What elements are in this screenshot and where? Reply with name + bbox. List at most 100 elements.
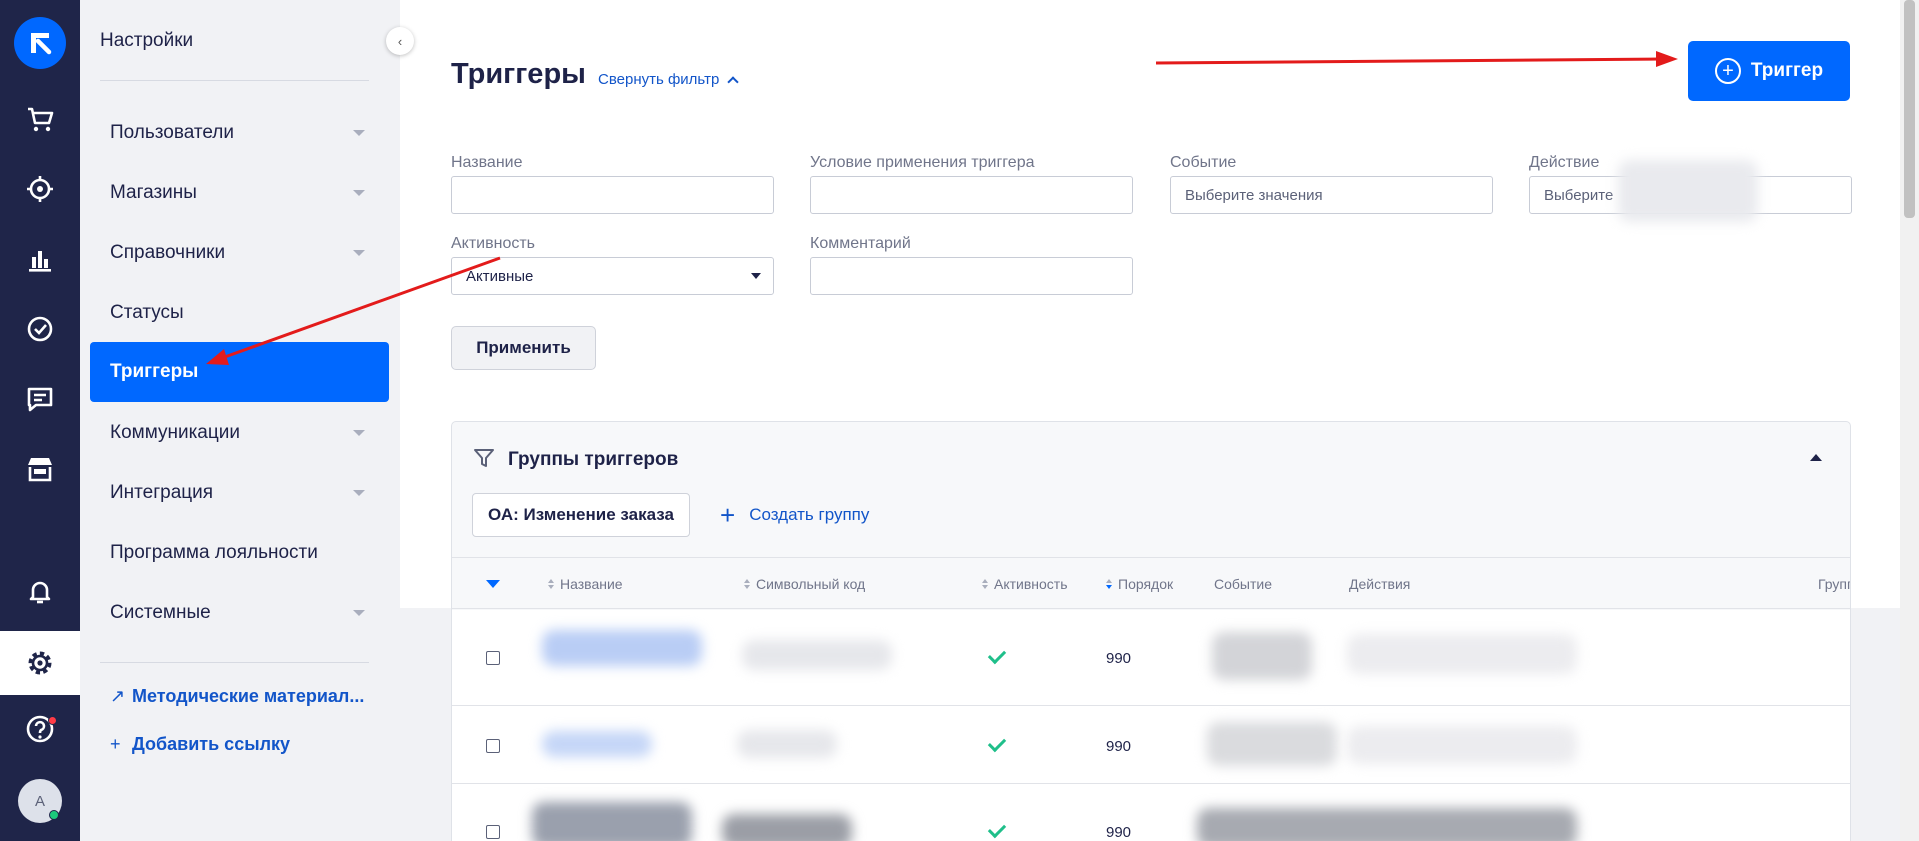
column-label: Название <box>560 576 623 592</box>
table-row[interactable]: 990 <box>452 784 1850 841</box>
column-header-code[interactable]: Символьный код <box>744 558 865 610</box>
activity-label: Активность <box>451 235 536 252</box>
sidebar-item-label: Программа лояльности <box>110 542 318 563</box>
collapse-card-icon[interactable] <box>1810 454 1822 461</box>
sidebar-item-integration[interactable]: Интеграция <box>90 463 389 523</box>
check-circle-icon[interactable] <box>0 301 80 357</box>
avatar-initial: A <box>34 792 45 810</box>
blurred-code <box>742 640 892 670</box>
groups-title: Группы триггеров <box>508 449 679 470</box>
column-header-order[interactable]: Порядок <box>1106 558 1173 610</box>
target-icon[interactable] <box>0 161 80 217</box>
column-label: Событие <box>1214 576 1272 592</box>
column-header-activity[interactable]: Активность <box>982 558 1068 610</box>
sidebar-item-system[interactable]: Системные <box>90 583 389 643</box>
activity-select[interactable]: Активные <box>451 257 774 295</box>
blurred-code <box>737 730 837 758</box>
blurred-event <box>1212 632 1312 680</box>
online-status-dot <box>49 810 59 820</box>
row-checkbox[interactable] <box>486 739 500 753</box>
help-icon[interactable] <box>0 701 80 757</box>
apply-button[interactable]: Применить <box>451 326 596 370</box>
event-placeholder: Выберите значения <box>1185 186 1323 204</box>
sidebar-item-label: Интеграция <box>110 482 214 503</box>
sidebar-item-shops[interactable]: Магазины <box>90 163 389 223</box>
column-label: Действия <box>1349 576 1411 592</box>
row-order: 990 <box>1106 738 1132 755</box>
table-row[interactable]: 990 <box>452 610 1850 706</box>
table-header: Название Символьный код Активность Поряд… <box>452 557 1851 610</box>
add-trigger-label: Триггер <box>1750 60 1824 81</box>
name-input[interactable] <box>451 176 774 214</box>
sidebar-item-loyalty[interactable]: Программа лояльности <box>90 523 389 583</box>
activity-value: Активные <box>466 267 534 285</box>
blurred-actions <box>1347 726 1577 764</box>
analytics-icon[interactable] <box>0 231 80 287</box>
sidebar-item-references[interactable]: Справочники <box>90 223 389 283</box>
condition-input[interactable] <box>810 176 1133 214</box>
link-label: Методические материал... <box>132 686 365 706</box>
collapse-filter-label: Свернуть фильтр <box>598 71 720 88</box>
row-checkbox[interactable] <box>486 825 500 839</box>
blurred-region <box>1618 160 1758 222</box>
blurred-code <box>722 814 852 841</box>
event-select[interactable]: Выберите значения <box>1170 176 1493 214</box>
row-checkbox[interactable] <box>486 651 500 665</box>
sidebar-item-communications[interactable]: Коммуникации <box>90 403 389 463</box>
plus-circle-icon: + <box>1714 58 1741 84</box>
settings-sidebar: Настройки Пользователи Магазины Справочн… <box>80 0 400 841</box>
active-check-icon <box>987 733 1007 753</box>
create-group-label: Создать группу <box>749 505 870 524</box>
blurred-event-actions <box>1197 808 1577 841</box>
collapse-sidebar-button[interactable]: ‹ <box>386 27 414 55</box>
chevron-down-icon <box>353 490 365 496</box>
active-check-icon <box>987 819 1007 839</box>
column-label: Групп <box>1818 576 1851 592</box>
add-trigger-button[interactable]: + Триггер <box>1688 41 1850 101</box>
sort-icon <box>1106 579 1112 589</box>
select-all-toggle[interactable] <box>486 558 500 610</box>
sidebar-item-users[interactable]: Пользователи <box>90 103 389 163</box>
group-chip[interactable]: ОА: Изменение заказа <box>472 493 690 537</box>
page-title: Триггеры <box>451 58 586 90</box>
column-header-name[interactable]: Название <box>548 558 623 610</box>
cart-icon[interactable] <box>0 91 80 147</box>
chat-icon[interactable] <box>0 371 80 427</box>
sidebar-item-label: Триггеры <box>110 361 199 382</box>
sort-icon <box>744 579 750 589</box>
plus-icon: + <box>110 734 121 754</box>
chevron-down-icon <box>353 430 365 436</box>
gear-icon[interactable] <box>0 631 80 695</box>
dropdown-caret-icon <box>751 273 761 279</box>
collapse-filter-link[interactable]: Свернуть фильтр <box>598 71 739 88</box>
bell-icon[interactable] <box>0 563 80 619</box>
sidebar-item-label: Статусы <box>110 302 184 323</box>
action-placeholder: Выберите <box>1544 186 1614 204</box>
sidebar-item-label: Коммуникации <box>110 422 240 443</box>
chevron-down-icon <box>353 190 365 196</box>
name-label: Название <box>451 154 523 171</box>
methodical-materials-link[interactable]: ↗ Методические материал... <box>110 686 364 707</box>
sidebar-title: Настройки <box>100 30 194 51</box>
column-label: Порядок <box>1118 576 1174 592</box>
scrollbar-thumb[interactable] <box>1904 0 1915 218</box>
arrow-up-right-icon: ↗ <box>110 686 126 706</box>
row-order: 990 <box>1106 824 1132 841</box>
column-header-event: Событие <box>1214 558 1272 610</box>
comment-input[interactable] <box>810 257 1133 295</box>
trigger-groups-card: Группы триггеров ОА: Изменение заказа + С… <box>451 421 1851 841</box>
chevron-down-icon <box>353 250 365 256</box>
add-link-button[interactable]: + Добавить ссылку <box>110 734 290 755</box>
table-row[interactable]: 990 <box>452 706 1850 784</box>
chevron-down-icon <box>353 610 365 616</box>
store-icon[interactable] <box>0 441 80 497</box>
sidebar-item-statuses[interactable]: Статусы <box>90 283 389 343</box>
logo-icon[interactable] <box>14 17 66 69</box>
action-label: Действие <box>1529 154 1600 171</box>
chevron-down-icon <box>353 130 365 136</box>
column-label: Символьный код <box>756 576 866 592</box>
condition-label: Условие применения триггера <box>810 154 1035 171</box>
column-header-group: Групп <box>1818 558 1851 610</box>
create-group-button[interactable]: + Создать группу <box>720 493 869 537</box>
sidebar-item-triggers[interactable]: Триггеры <box>90 342 389 402</box>
